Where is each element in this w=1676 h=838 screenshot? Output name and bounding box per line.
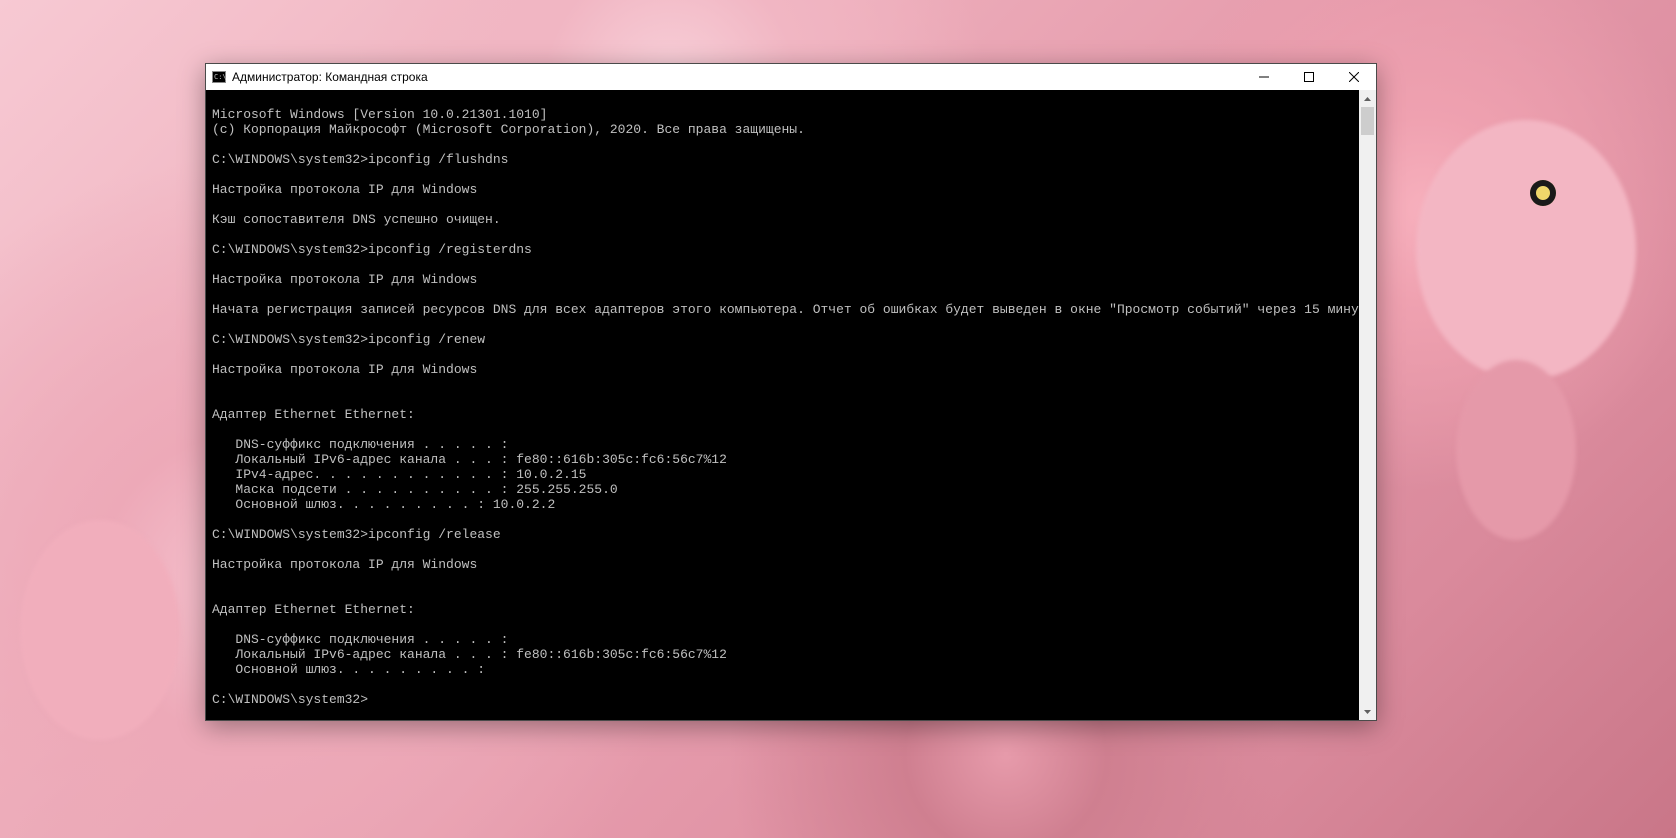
command-prompt-window: C:\ Администратор: Командная строка [205, 63, 1377, 721]
minimize-button[interactable] [1241, 64, 1286, 90]
wallpaper-shape [1530, 180, 1556, 206]
svg-text:C:\: C:\ [214, 73, 226, 81]
window-controls [1241, 64, 1376, 90]
titlebar[interactable]: C:\ Администратор: Командная строка [206, 64, 1376, 90]
client-area: Microsoft Windows [Version 10.0.21301.10… [206, 90, 1376, 720]
scrollbar-down-button[interactable] [1359, 703, 1376, 720]
wallpaper-shape [1456, 360, 1576, 540]
cmd-icon: C:\ [212, 71, 226, 83]
scrollbar-up-button[interactable] [1359, 90, 1376, 107]
scrollbar-track[interactable] [1359, 107, 1376, 703]
vertical-scrollbar[interactable] [1359, 90, 1376, 720]
desktop-wallpaper: C:\ Администратор: Командная строка [0, 0, 1676, 838]
wallpaper-shape [20, 520, 180, 740]
close-button[interactable] [1331, 64, 1376, 90]
maximize-button[interactable] [1286, 64, 1331, 90]
window-title: Администратор: Командная строка [232, 70, 428, 84]
wallpaper-shape [1416, 120, 1636, 380]
terminal-output[interactable]: Microsoft Windows [Version 10.0.21301.10… [206, 103, 1359, 707]
scrollbar-thumb[interactable] [1361, 107, 1374, 135]
